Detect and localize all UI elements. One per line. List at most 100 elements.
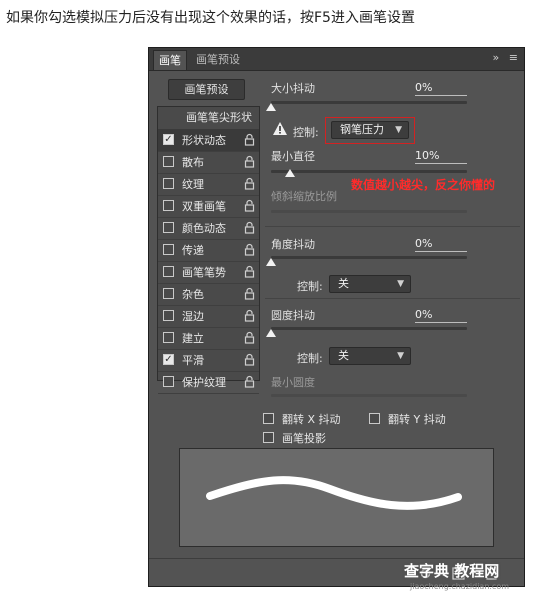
expand-icon[interactable]: » <box>493 51 500 64</box>
angle-control-label: 控制: <box>297 280 323 293</box>
chevron-down-icon: ▼ <box>397 351 404 361</box>
list-item[interactable]: 纹理 <box>158 174 259 196</box>
flip-x-label: 翻转 X 抖动 <box>282 413 341 426</box>
list-item[interactable]: 颜色动态 <box>158 218 259 240</box>
size-control-select[interactable]: 钢笔压力 ▼ <box>331 121 409 139</box>
roundness-control-select[interactable]: 关 ▼ <box>329 347 411 365</box>
list-item-checkbox[interactable] <box>163 288 174 299</box>
list-item-checkbox[interactable]: ✓ <box>163 354 174 365</box>
roundness-jitter-label: 圆度抖动 <box>271 309 315 322</box>
roundness-jitter-value[interactable]: 0% <box>415 307 467 323</box>
lock-icon[interactable] <box>244 221 255 234</box>
list-item-label: 双重画笔 <box>182 200 226 213</box>
roundness-control-value: 关 <box>338 349 349 362</box>
angle-jitter-thumb[interactable] <box>266 258 276 266</box>
lock-icon[interactable] <box>244 331 255 344</box>
list-item[interactable]: 画笔笔势 <box>158 262 259 284</box>
lock-icon[interactable] <box>244 375 255 388</box>
size-control-label: 控制: <box>293 126 319 139</box>
list-item-label: 杂色 <box>182 288 204 301</box>
stroke-preview-curve <box>206 476 462 510</box>
list-item-checkbox[interactable] <box>163 200 174 211</box>
roundness-control-label: 控制: <box>297 352 323 365</box>
size-jitter-thumb[interactable] <box>266 103 276 111</box>
list-item-label: 纹理 <box>182 178 204 191</box>
angle-control-select[interactable]: 关 ▼ <box>329 275 411 293</box>
size-jitter-value[interactable]: 0% <box>415 80 467 96</box>
brush-settings-list: 画笔笔尖形状 ✓ 形状动态散布纹理双重画笔颜色动态传递画笔笔势杂色湿边 建立 ✓ 平滑保… <box>157 106 260 394</box>
list-item[interactable]: ✓ 形状动态 <box>158 130 259 152</box>
chevron-down-icon: ▼ <box>395 125 402 135</box>
list-item[interactable]: 杂色 <box>158 284 259 306</box>
lock-icon[interactable] <box>244 309 255 322</box>
min-diameter-label: 最小直径 <box>271 150 315 163</box>
lock-icon[interactable] <box>244 287 255 300</box>
list-item-label: 颜色动态 <box>182 222 226 235</box>
lock-icon[interactable] <box>244 199 255 212</box>
list-item[interactable]: 双重画笔 <box>158 196 259 218</box>
min-diameter-value[interactable]: 10% <box>415 148 467 164</box>
size-jitter-slider[interactable] <box>271 101 467 104</box>
angle-control-value: 关 <box>338 277 349 290</box>
lock-icon[interactable] <box>244 243 255 256</box>
list-item[interactable]: 保护纹理 <box>158 372 259 394</box>
list-item-checkbox[interactable] <box>163 244 174 255</box>
panel-menu-icon[interactable]: ≡ <box>509 51 518 64</box>
lock-icon[interactable] <box>244 177 255 190</box>
list-item-label: 散布 <box>182 156 204 169</box>
flip-x-option[interactable]: 翻转 X 抖动 <box>263 411 341 427</box>
flip-y-checkbox[interactable] <box>369 413 380 424</box>
list-item-checkbox[interactable] <box>163 156 174 167</box>
list-item[interactable]: 建立 <box>158 328 259 350</box>
tab-brush[interactable]: 画笔 <box>153 50 187 70</box>
roundness-jitter-slider[interactable] <box>271 327 467 330</box>
lock-icon[interactable] <box>244 265 255 278</box>
list-item-label: 画笔笔势 <box>182 266 226 279</box>
panel-tab-bar: 画笔 画笔预设 » ≡ <box>149 48 524 71</box>
flip-y-option[interactable]: 翻转 Y 抖动 <box>369 411 446 427</box>
warning-icon <box>273 122 287 135</box>
watermark-url: jiaocheng.chazidian.com <box>410 582 510 591</box>
tab-brush-presets[interactable]: 画笔预设 <box>191 50 245 69</box>
annotation-text: 数值越小越尖，反之你懂的 <box>351 178 496 192</box>
list-item[interactable]: 传递 <box>158 240 259 262</box>
min-roundness-label: 最小圆度 <box>271 376 315 389</box>
roundness-jitter-thumb[interactable] <box>266 329 276 337</box>
lock-icon[interactable] <box>244 133 255 146</box>
list-item-checkbox[interactable] <box>163 376 174 387</box>
section-divider <box>265 226 520 227</box>
tilt-scale-slider <box>271 210 467 213</box>
min-diameter-thumb[interactable] <box>285 169 295 177</box>
list-item-checkbox[interactable] <box>163 178 174 189</box>
size-control-value: 钢笔压力 <box>340 123 384 136</box>
list-item-checkbox[interactable] <box>163 266 174 277</box>
lock-icon[interactable] <box>244 155 255 168</box>
brush-presets-button[interactable]: 画笔预设 <box>168 79 245 100</box>
panel-tab-icons: » ≡ <box>487 51 518 64</box>
page-caption: 如果你勾选模拟压力后没有出现这个效果的话，按F5进入画笔设置 <box>6 10 415 26</box>
list-item-label: 传递 <box>182 244 204 257</box>
list-item-label: 保护纹理 <box>182 376 226 389</box>
angle-jitter-slider[interactable] <box>271 256 467 259</box>
list-item-checkbox[interactable] <box>163 222 174 233</box>
min-roundness-slider <box>271 394 467 397</box>
brush-projection-checkbox[interactable] <box>263 432 274 443</box>
brush-panel: 画笔 画笔预设 » ≡ 画笔预设 画笔笔尖形状 ✓ 形状动态散布纹理双重画笔颜色动… <box>148 47 525 587</box>
list-item[interactable]: ✓ 平滑 <box>158 350 259 372</box>
flip-x-checkbox[interactable] <box>263 413 274 424</box>
list-item[interactable]: 散布 <box>158 152 259 174</box>
list-item-checkbox[interactable] <box>163 310 174 321</box>
min-diameter-slider[interactable] <box>271 170 467 173</box>
brush-projection-label: 画笔投影 <box>282 432 326 445</box>
list-item-checkbox[interactable] <box>163 332 174 343</box>
brush-projection-option[interactable]: 画笔投影 <box>263 430 326 446</box>
brush-tip-shape-item[interactable]: 画笔笔尖形状 <box>158 107 259 130</box>
list-item-checkbox[interactable]: ✓ <box>163 134 174 145</box>
lock-icon[interactable] <box>244 353 255 366</box>
angle-jitter-value[interactable]: 0% <box>415 236 467 252</box>
list-item[interactable]: 湿边 <box>158 306 259 328</box>
list-item-label: 平滑 <box>182 354 204 367</box>
chevron-down-icon: ▼ <box>397 279 404 289</box>
stroke-preview <box>179 448 494 547</box>
tilt-scale-label: 倾斜缩放比例 <box>271 190 337 203</box>
